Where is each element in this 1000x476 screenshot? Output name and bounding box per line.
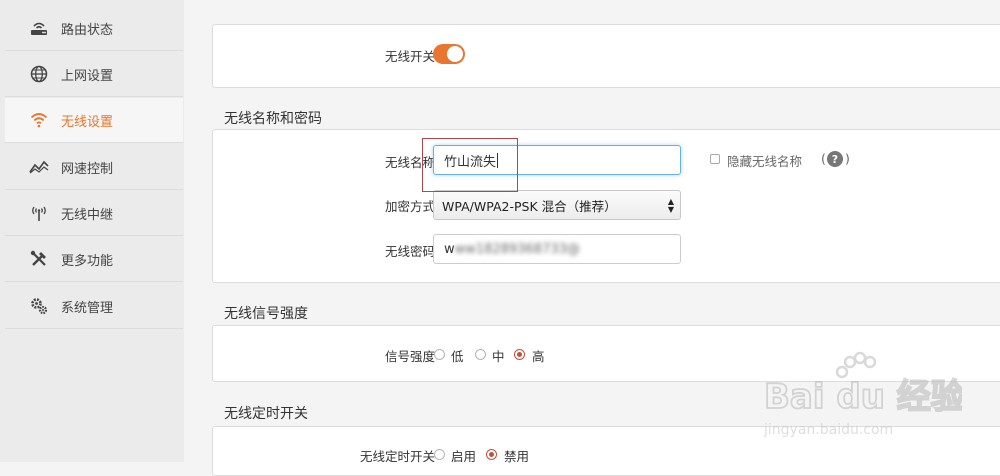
password-label: 无线密码: [384, 244, 435, 259]
password-input[interactable]: w ww18289368733@: [433, 234, 681, 264]
wifi-icon: [29, 110, 49, 130]
sidebar: 路由状态 上网设置 无线设置 网速控制 无线中继 更多功能 系统管理: [0, 0, 184, 462]
sidebar-item-internet[interactable]: 上网设置: [5, 52, 183, 97]
password-blurred: ww18289368733@: [454, 241, 580, 257]
section-title-name-password: 无线名称和密码: [224, 111, 322, 127]
sidebar-item-more-features[interactable]: 更多功能: [5, 237, 183, 282]
timer-option-enable: 启用: [451, 449, 477, 464]
wifi-switch-card: 无线开关: [212, 24, 1000, 88]
toggle-knob: [447, 46, 463, 62]
sidebar-item-label: 无线设置: [61, 114, 114, 130]
sidebar-item-repeater[interactable]: 无线中继: [5, 191, 183, 236]
sidebar-item-label: 更多功能: [61, 253, 114, 269]
speed-chart-icon: [29, 157, 49, 177]
help-paren-open: (: [821, 151, 826, 166]
help-paren-close: ): [845, 151, 850, 166]
antenna-icon: [29, 203, 49, 223]
router-icon: [29, 18, 49, 38]
name-password-card: 无线名称 竹山流失 隐藏无线名称 ( ? ) 加密方式 WPA/WPA2-PSK…: [212, 129, 1000, 283]
signal-option-low: 低: [451, 349, 464, 364]
timer-option-disable: 禁用: [504, 449, 530, 464]
encryption-label: 加密方式: [384, 199, 435, 214]
globe-icon: [29, 64, 49, 84]
encryption-select[interactable]: WPA/WPA2-PSK 混合（推荐） ▲ ▼: [433, 190, 681, 220]
password-visible-char: w: [444, 241, 455, 257]
signal-option-high: 高: [532, 349, 545, 364]
section-title-signal: 无线信号强度: [224, 306, 308, 322]
gears-icon: [29, 296, 49, 316]
wifi-switch-label: 无线开关: [384, 49, 435, 64]
sidebar-item-speed-control[interactable]: 网速控制: [5, 145, 183, 190]
sidebar-item-system[interactable]: 系统管理: [5, 284, 183, 329]
wifi-switch-toggle[interactable]: [433, 44, 465, 64]
baidu-jingyan-watermark: Bai du 经验 jingyan.baidu.com: [763, 351, 962, 438]
sidebar-item-router-status[interactable]: 路由状态: [5, 6, 183, 51]
timer-radio-disable[interactable]: [486, 449, 497, 460]
sidebar-item-wireless[interactable]: 无线设置: [5, 98, 183, 143]
hide-ssid-checkbox[interactable]: [710, 154, 720, 164]
watermark-brand: Bai du 经验: [764, 377, 962, 417]
annotation-highlight-box: [422, 138, 518, 192]
encryption-value: WPA/WPA2-PSK 混合（推荐）: [442, 198, 617, 214]
signal-radio-low[interactable]: [434, 349, 445, 360]
signal-label: 信号强度: [384, 349, 435, 364]
help-icon[interactable]: ?: [827, 151, 843, 167]
signal-radio-high[interactable]: [514, 349, 525, 360]
signal-radio-medium[interactable]: [475, 349, 486, 360]
sidebar-item-label: 上网设置: [61, 68, 114, 84]
watermark-url: jingyan.baidu.com: [763, 422, 893, 438]
timer-label: 无线定时开关: [359, 449, 435, 464]
sidebar-item-label: 无线中继: [61, 207, 114, 223]
sidebar-item-label: 路由状态: [61, 22, 114, 38]
tools-icon: [29, 249, 49, 269]
sidebar-item-label: 网速控制: [61, 161, 114, 177]
timer-radio-enable[interactable]: [434, 449, 445, 460]
ssid-label: 无线名称: [384, 155, 435, 170]
sidebar-item-label: 系统管理: [61, 300, 114, 316]
select-arrows-icon: ▲ ▼: [667, 197, 674, 214]
signal-option-medium: 中: [492, 349, 505, 364]
section-title-timer: 无线定时开关: [224, 406, 308, 422]
hide-ssid-label: 隐藏无线名称: [727, 154, 803, 169]
